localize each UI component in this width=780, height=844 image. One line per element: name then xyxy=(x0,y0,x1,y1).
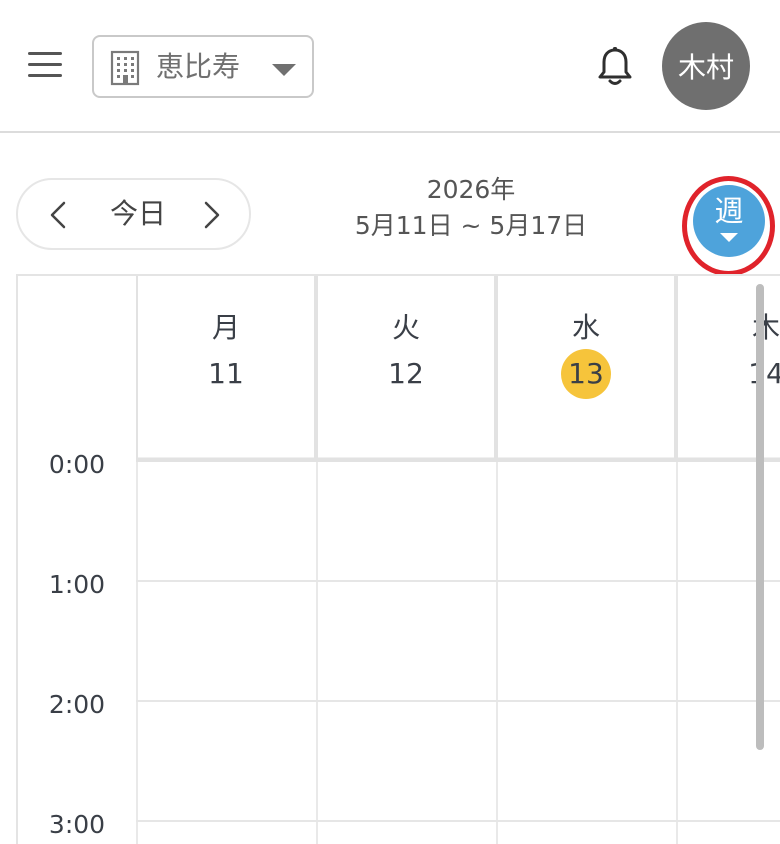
column-divider xyxy=(316,462,318,844)
day-name: 火 xyxy=(391,311,420,344)
date-navigation: 今日 xyxy=(16,178,251,250)
view-mode-label: 週 xyxy=(714,194,744,228)
menu-icon[interactable] xyxy=(28,50,64,78)
week-calendar: 月 11 火 12 水 13 木 14 0:00 1:00 2:00 3:00 xyxy=(16,274,780,844)
day-name: 木 xyxy=(751,311,780,344)
day-header-3[interactable]: 木 14 xyxy=(676,276,780,462)
period-year: 2026年 xyxy=(426,175,516,204)
period-range: 5月11日 ~ 5月17日 xyxy=(354,211,588,240)
view-mode-button[interactable]: 週 xyxy=(693,185,765,257)
day-header-1[interactable]: 火 12 xyxy=(316,276,496,462)
time-label: 3:00 xyxy=(48,810,106,839)
hour-line xyxy=(136,820,780,822)
day-name: 水 xyxy=(571,311,600,344)
current-period: 2026年 5月11日 ~ 5月17日 xyxy=(340,172,602,244)
hour-line xyxy=(136,580,780,582)
day-number: 12 xyxy=(388,357,424,390)
caret-down-icon xyxy=(720,233,738,242)
today-button[interactable]: 今日 xyxy=(98,194,178,234)
location-label: 恵比寿 xyxy=(156,50,241,83)
caret-down-icon xyxy=(272,64,296,76)
day-number: 11 xyxy=(208,357,244,390)
column-divider xyxy=(136,462,138,844)
column-divider xyxy=(496,462,498,844)
time-label: 2:00 xyxy=(48,690,106,719)
location-select[interactable]: 恵比寿 xyxy=(92,35,314,98)
day-number-today: 13 xyxy=(561,349,611,399)
app-header: 恵比寿 木村 xyxy=(0,0,780,133)
building-icon xyxy=(110,50,140,86)
time-label: 0:00 xyxy=(48,450,106,479)
vertical-scrollbar[interactable] xyxy=(756,284,764,750)
avatar[interactable]: 木村 xyxy=(662,22,750,110)
day-header-0[interactable]: 月 11 xyxy=(136,276,316,462)
bell-icon[interactable] xyxy=(596,46,634,88)
day-name: 月 xyxy=(211,311,240,344)
hour-line xyxy=(136,700,780,702)
chevron-left-icon[interactable] xyxy=(46,200,72,230)
time-label: 1:00 xyxy=(48,570,106,599)
day-header-2[interactable]: 水 13 xyxy=(496,276,676,462)
chevron-right-icon[interactable] xyxy=(198,200,224,230)
column-divider xyxy=(676,462,678,844)
